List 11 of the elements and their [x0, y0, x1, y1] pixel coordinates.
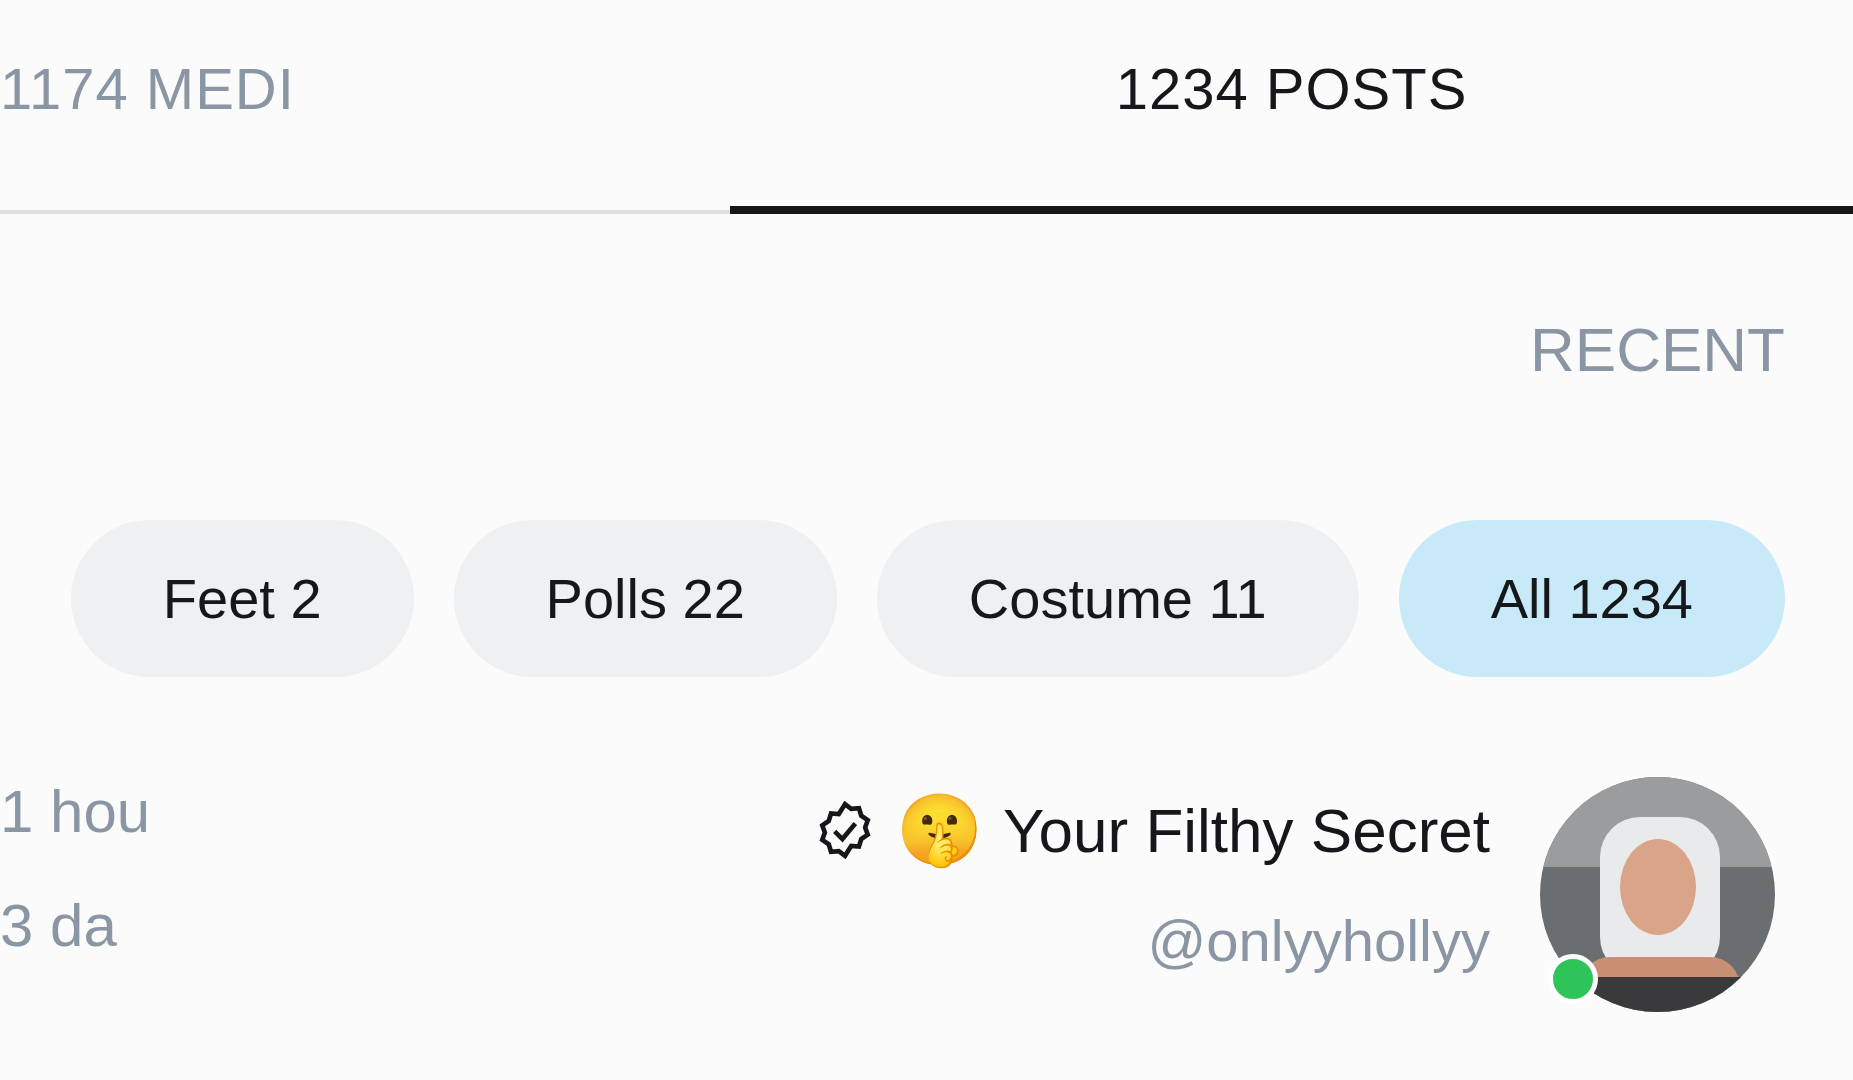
username: @onlyyhollyy [1147, 907, 1490, 974]
filter-chip[interactable]: Polls 22 [453, 520, 837, 677]
emoji: 🤫 [895, 789, 983, 871]
filter-chip[interactable]: All 1234 [1398, 520, 1785, 677]
post-time: 1 hou [0, 777, 151, 846]
section-label: RECENT [1530, 314, 1785, 385]
post-time: 3 da [0, 891, 118, 960]
filter-chip[interactable]: Costume 11 [876, 520, 1359, 677]
display-name[interactable]: Your Filthy Secret [1002, 794, 1490, 866]
filter-chip[interactable]: Feet 2 [70, 520, 414, 677]
tab[interactable]: 1234 POSTS [730, 0, 1853, 214]
